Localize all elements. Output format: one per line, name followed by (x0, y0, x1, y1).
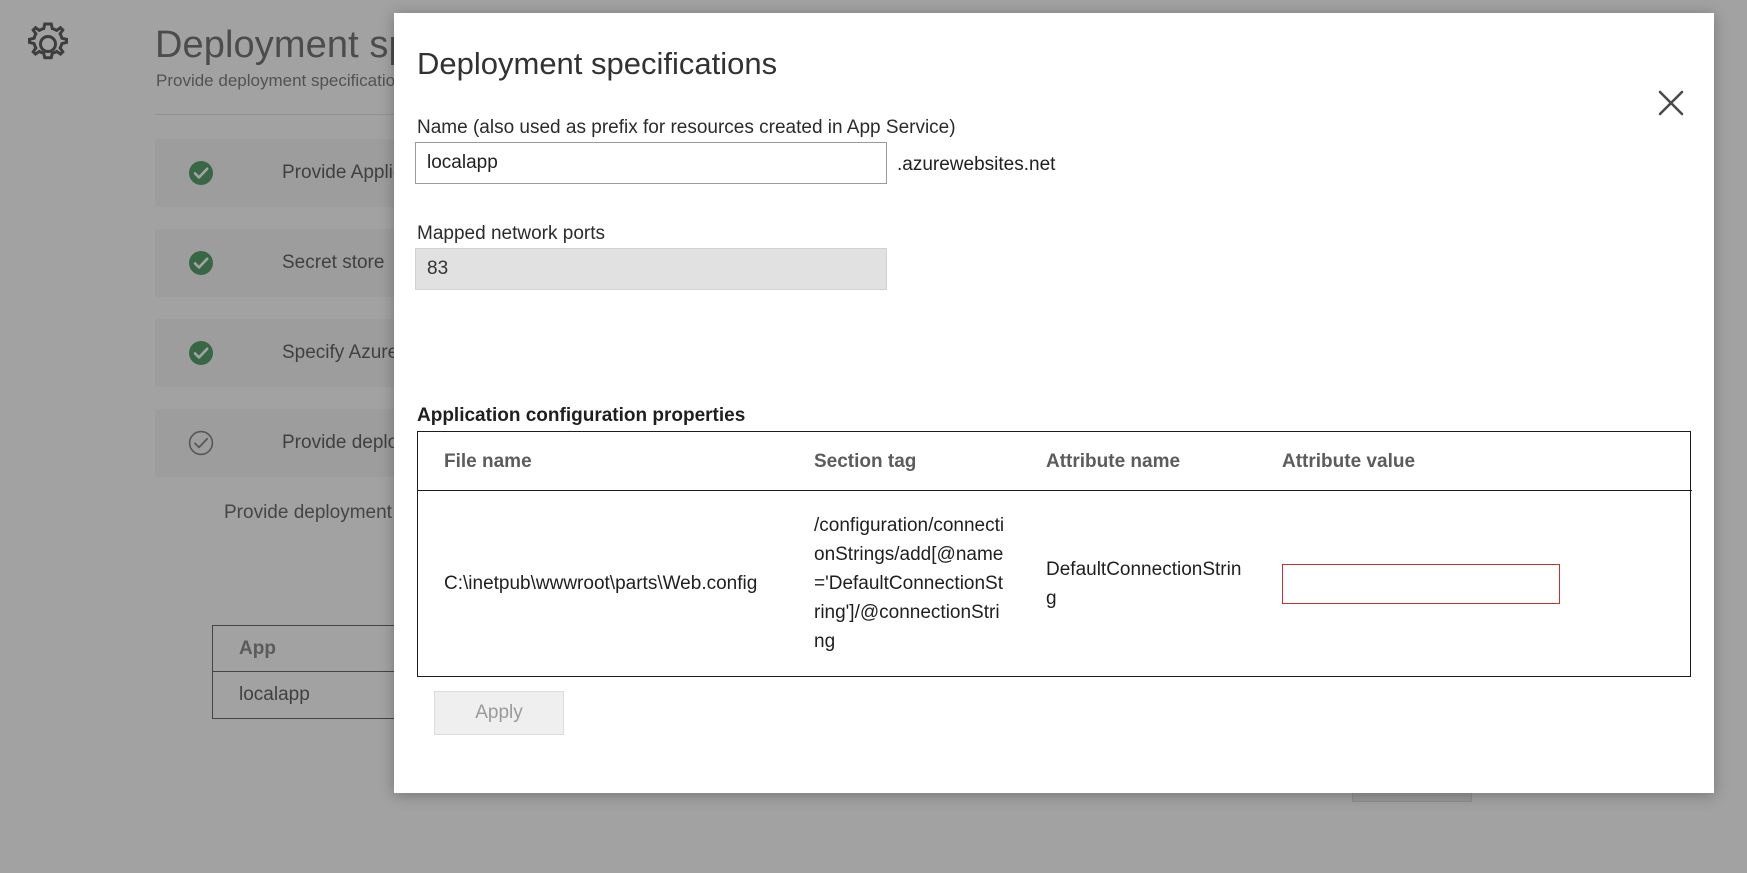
app-root: Deployment specifications Provide deploy… (0, 0, 1747, 873)
dialog-title: Deployment specifications (417, 46, 778, 81)
cell-file-name: C:\inetpub\wwwroot\parts\Web.config (444, 573, 758, 594)
column-header-attribute-name: Attribute name (1020, 432, 1256, 491)
table-header-row: File name Section tag Attribute name Att… (418, 432, 1692, 491)
name-input[interactable] (415, 142, 887, 184)
column-header-section-tag: Section tag (788, 432, 1020, 491)
close-icon[interactable] (1651, 83, 1691, 123)
column-header-attribute-value: Attribute value (1256, 432, 1692, 491)
cell-attribute-name: DefaultConnectionString (1046, 558, 1242, 609)
deployment-specifications-dialog: Deployment specifications Name (also use… (394, 13, 1714, 793)
name-field-label: Name (also used as prefix for resources … (417, 117, 956, 138)
cell-section-tag: /configuration/connectionStrings/add[@na… (814, 515, 1005, 652)
attribute-value-input[interactable] (1282, 563, 1560, 604)
mapped-network-ports-input (415, 248, 887, 290)
name-suffix-label: .azurewebsites.net (897, 154, 1056, 175)
table-row: C:\inetpub\wwwroot\parts\Web.config /con… (418, 491, 1692, 677)
column-header-file-name: File name (418, 432, 788, 491)
properties-heading: Application configuration properties (417, 405, 746, 426)
application-configuration-properties-table: File name Section tag Attribute name Att… (417, 431, 1692, 677)
apply-button[interactable]: Apply (434, 691, 564, 735)
cell-attribute-value (1256, 491, 1692, 677)
ports-field-label: Mapped network ports (417, 223, 605, 244)
